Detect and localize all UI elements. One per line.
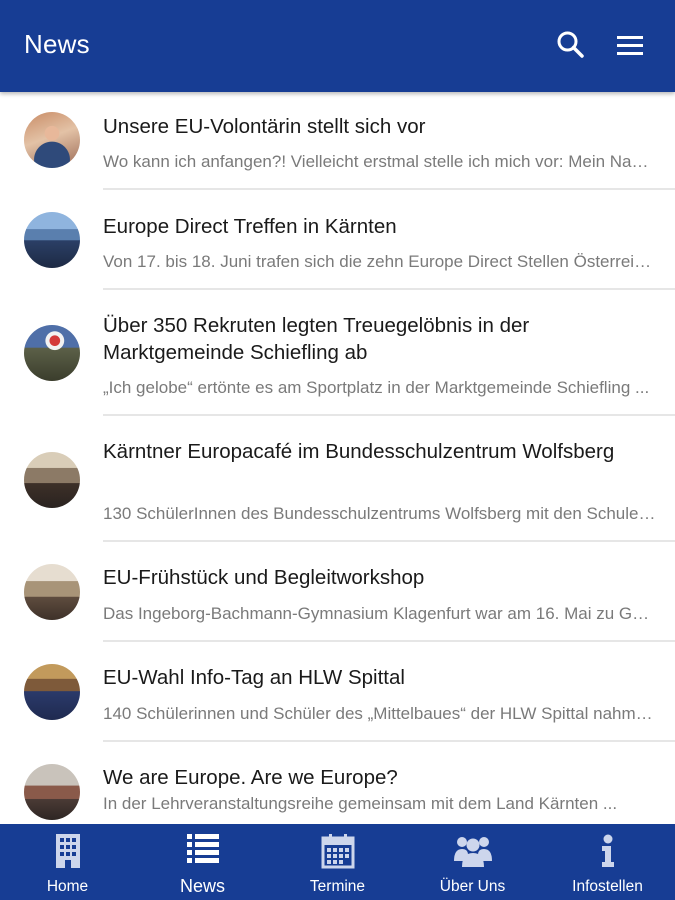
news-title: Kärntner Europacafé im Bundesschulzentru…	[103, 440, 615, 463]
news-thumbnail	[24, 664, 80, 720]
group-icon	[453, 837, 492, 867]
news-excerpt: In der Lehrveranstaltungsreihe gemeinsam…	[103, 794, 618, 813]
menu-button[interactable]	[612, 27, 648, 63]
nav-label: Home	[46, 878, 89, 895]
news-item[interactable]: We are Europe. Are we Europe? In der Leh…	[0, 742, 675, 824]
nav-item-termine[interactable]: Termine	[270, 824, 405, 900]
news-excerpt: 130 SchülerInnen des Bundesschulzentrums…	[103, 504, 658, 523]
news-title: Europe Direct Treffen in Kärnten	[103, 215, 397, 238]
nav-label: Termine	[309, 878, 366, 895]
news-thumbnail	[24, 452, 80, 508]
app-bar: News	[0, 0, 675, 92]
building-icon	[55, 834, 80, 868]
news-item[interactable]: EU-Wahl Info-Tag an HLW Spittal 140 Schü…	[0, 642, 675, 742]
news-item[interactable]: EU-Frühstück und Begleitworkshop Das Ing…	[0, 542, 675, 642]
news-excerpt: Wo kann ich anfangen?! Vielleicht erstma…	[103, 152, 658, 171]
news-excerpt: 140 Schülerinnen und Schüler des „Mittel…	[103, 704, 658, 723]
news-title: We are Europe. Are we Europe?	[103, 766, 398, 789]
info-icon	[601, 834, 614, 867]
news-excerpt: „Ich gelobe“ ertönte es am Sportplatz in…	[103, 378, 650, 397]
news-title: Über 350 Rekruten legten Treuegelöbnis i…	[103, 314, 530, 364]
news-thumbnail	[24, 112, 80, 168]
calendar-icon	[321, 834, 354, 869]
nav-label: News	[179, 876, 225, 896]
news-item[interactable]: Unsere EU-Volontärin stellt sich vor Wo …	[0, 100, 675, 190]
news-item[interactable]: Europe Direct Treffen in Kärnten Von 17.…	[0, 190, 675, 290]
news-title: EU-Wahl Info-Tag an HLW Spittal	[103, 666, 405, 689]
nav-label: Infostellen	[572, 878, 643, 895]
list-icon	[186, 834, 219, 863]
news-excerpt: Von 17. bis 18. Juni trafen sich die zeh…	[103, 252, 658, 271]
search-icon	[557, 31, 584, 58]
bottom-navigation: Home News Termine Über Uns Infostellen	[0, 824, 675, 900]
page-title: News	[24, 29, 90, 59]
nav-label: Über Uns	[439, 878, 506, 895]
nav-item-news[interactable]: News	[135, 824, 270, 900]
nav-item-home[interactable]: Home	[0, 824, 135, 900]
news-thumbnail	[24, 325, 80, 381]
hamburger-menu-icon	[617, 36, 643, 55]
news-list[interactable]: Unsere EU-Volontärin stellt sich vor Wo …	[0, 92, 675, 824]
news-title: Unsere EU-Volontärin stellt sich vor	[103, 115, 426, 138]
nav-item-infostellen[interactable]: Infostellen	[540, 824, 675, 900]
news-thumbnail	[24, 764, 80, 820]
news-item[interactable]: Über 350 Rekruten legten Treuegelöbnis i…	[0, 290, 675, 416]
news-excerpt: Das Ingeborg-Bachmann-Gymnasium Klagenfu…	[103, 604, 658, 623]
search-button[interactable]	[553, 27, 589, 63]
nav-item-ueber-uns[interactable]: Über Uns	[405, 824, 540, 900]
news-title: EU-Frühstück und Begleitworkshop	[103, 566, 425, 589]
news-thumbnail	[24, 564, 80, 620]
news-item[interactable]: Kärntner Europacafé im Bundesschulzentru…	[0, 416, 675, 542]
news-thumbnail	[24, 212, 80, 268]
